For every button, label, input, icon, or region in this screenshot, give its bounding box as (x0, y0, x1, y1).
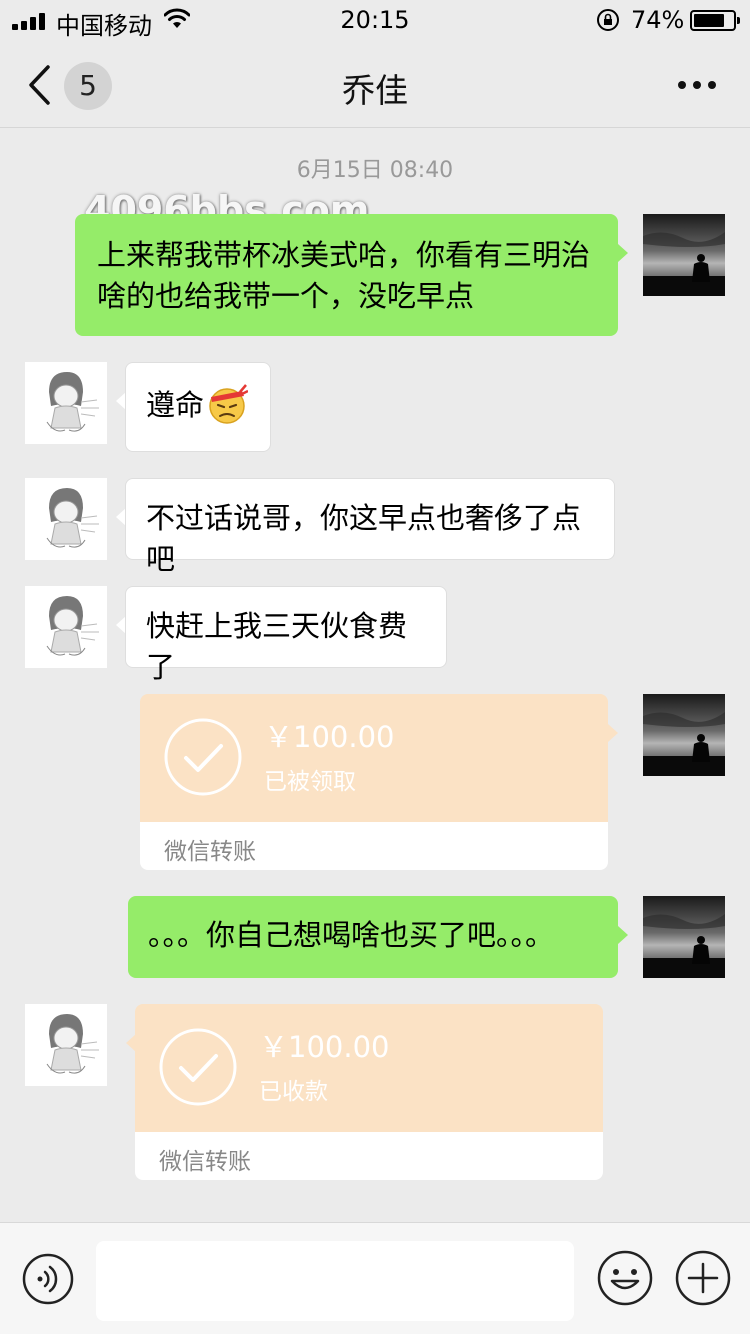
check-circle-icon (164, 718, 242, 796)
check-circle-icon (159, 1028, 237, 1106)
message-text: 。。。你自己想喝啥也买了吧。。。 (148, 918, 555, 952)
voice-icon[interactable] (22, 1253, 74, 1305)
transfer-status: 已被领取 (264, 769, 356, 795)
transfer-amount: ￥100.00 (264, 720, 395, 754)
message-text: 上来帮我带杯冰美式哈，你看有三明治啥的也给我带一个，没吃早点 (97, 238, 591, 313)
message-text: 快赶上我三天伙食费了 (146, 609, 408, 684)
orientation-lock-icon (597, 9, 619, 31)
status-bar: 中国移动 20:15 74% (0, 0, 750, 40)
my-avatar[interactable] (643, 896, 725, 978)
my-message-bubble[interactable]: 。。。你自己想喝啥也买了吧。。。 (128, 896, 618, 978)
silhouette-avatar-image (643, 694, 725, 776)
message-input[interactable] (96, 1241, 574, 1321)
back-button[interactable]: 5 (26, 62, 116, 110)
message-text: 不过话说哥，你这早点也奢侈了点吧 (146, 501, 582, 576)
battery-percent: 74% (631, 6, 685, 34)
determined-face-emoji-icon (209, 384, 249, 424)
back-chevron-icon (29, 65, 50, 105)
message-timestamp: 6月15日 08:40 (296, 158, 454, 183)
message-text: 遵命 (146, 388, 205, 422)
plus-icon[interactable] (674, 1249, 732, 1307)
my-message-bubble[interactable]: 上来帮我带杯冰美式哈，你看有三明治啥的也给我带一个，没吃早点 (75, 214, 618, 336)
sketch-girl-avatar-image (25, 478, 107, 560)
contact-avatar[interactable] (25, 362, 107, 444)
transfer-label: 微信转账 (164, 839, 256, 865)
nav-bar: 5 乔佳 (0, 40, 750, 128)
sketch-girl-avatar-image (25, 362, 107, 444)
contact-avatar[interactable] (25, 1004, 107, 1086)
contact-message-bubble[interactable]: 不过话说哥，你这早点也奢侈了点吧 (125, 478, 615, 576)
sketch-girl-avatar-image (25, 586, 107, 668)
contact-message-bubble[interactable]: 遵命 (125, 362, 271, 452)
input-toolbar (0, 1222, 750, 1334)
transfer-status: 已收款 (259, 1079, 328, 1105)
contact-avatar[interactable] (25, 586, 107, 668)
transfer-label: 微信转账 (159, 1149, 251, 1175)
sketch-girl-avatar-image (25, 1004, 107, 1086)
my-avatar[interactable] (643, 214, 725, 296)
unread-count-badge: 5 (64, 62, 112, 110)
transfer-card[interactable]: ￥100.00 已被领取 微信转账 (140, 694, 608, 870)
emoji-icon[interactable] (596, 1249, 654, 1307)
more-button[interactable] (674, 70, 720, 100)
silhouette-avatar-image (643, 896, 725, 978)
transfer-card[interactable]: ￥100.00 已收款 微信转账 (135, 1004, 603, 1180)
battery-icon (690, 10, 740, 31)
transfer-amount: ￥100.00 (259, 1030, 390, 1064)
contact-avatar[interactable] (25, 478, 107, 560)
my-avatar[interactable] (643, 694, 725, 776)
silhouette-avatar-image (643, 214, 725, 296)
contact-message-bubble[interactable]: 快赶上我三天伙食费了 (125, 586, 447, 684)
